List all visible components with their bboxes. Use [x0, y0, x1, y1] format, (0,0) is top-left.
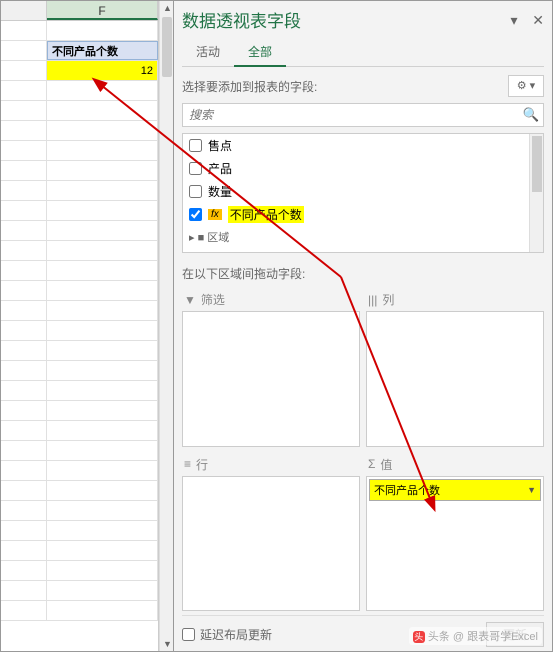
area-columns-box[interactable]: [366, 311, 544, 447]
column-header-spacer: [1, 1, 47, 20]
pivot-header-cell[interactable]: 不同产品个数: [47, 41, 158, 60]
area-filter-box[interactable]: [182, 311, 360, 447]
pane-close-icon[interactable]: ✕: [532, 12, 544, 28]
drop-areas: ▼筛选 |||列 ≡行 Σ值 不同产品个数 ▼: [182, 288, 544, 611]
add-fields-label: 选择要添加到报表的字段:: [182, 78, 317, 95]
field-label: 售点: [208, 137, 232, 154]
area-values-box[interactable]: 不同产品个数 ▼: [366, 476, 544, 612]
worksheet-column: F 不同产品个数 12: [1, 1, 159, 651]
area-values-label: 值: [380, 456, 392, 473]
field-label: 数量: [208, 183, 232, 200]
scroll-up-icon[interactable]: ▲: [163, 3, 172, 13]
field-list: 售点 产品 数量 fx 不同产品个数 ▸ ■ 区域: [182, 133, 544, 253]
area-columns-label: 列: [382, 291, 394, 308]
filter-icon: ▼: [184, 293, 196, 307]
tab-all[interactable]: 全部: [234, 38, 286, 67]
area-rows-label: 行: [196, 456, 208, 473]
watermark: 头头条 @ 跟表哥学Excel: [409, 627, 542, 645]
field-checkbox[interactable]: [189, 208, 202, 221]
search-icon[interactable]: 🔍: [519, 104, 543, 126]
column-header-f[interactable]: F: [47, 1, 158, 20]
field-truncated: ▸ ■ 区域: [183, 226, 543, 248]
drag-areas-label: 在以下区域间拖动字段:: [182, 265, 544, 282]
area-rows-box[interactable]: [182, 476, 360, 612]
value-field-label: 不同产品个数: [374, 482, 440, 498]
field-label: 不同产品个数: [228, 206, 304, 223]
area-values: Σ值 不同产品个数 ▼: [366, 453, 544, 612]
fieldlist-scrollbar[interactable]: [529, 134, 543, 252]
pivot-field-pane: 数据透视表字段 ▾ ✕ 活动 全部 选择要添加到报表的字段: ⚙ ▾ 🔍 售点 …: [173, 1, 552, 651]
fieldlist-scroll-thumb[interactable]: [532, 136, 542, 192]
fx-icon: fx: [208, 209, 222, 220]
tab-active[interactable]: 活动: [182, 38, 234, 66]
field-checkbox[interactable]: [189, 139, 202, 152]
pane-dropdown-icon[interactable]: ▾: [511, 12, 518, 28]
value-field-dropdown-icon[interactable]: ▼: [527, 485, 536, 495]
field-label: 产品: [208, 160, 232, 177]
field-checkbox[interactable]: [189, 185, 202, 198]
column-headers: F: [1, 1, 158, 21]
search-input[interactable]: [183, 104, 519, 126]
value-field-item[interactable]: 不同产品个数 ▼: [369, 479, 541, 501]
pivot-value-cell[interactable]: 12: [47, 61, 158, 80]
rows-icon: ≡: [184, 457, 191, 471]
field-item[interactable]: 售点: [183, 134, 543, 157]
pane-title: 数据透视表字段: [182, 7, 301, 32]
area-columns: ||| 列: [366, 288, 544, 447]
search-box[interactable]: 🔍: [182, 103, 544, 127]
area-filter: ▼ 筛选: [182, 288, 360, 447]
values-icon: Σ: [368, 457, 375, 471]
field-item[interactable]: 产品: [183, 157, 543, 180]
field-item-calculated[interactable]: fx 不同产品个数: [183, 203, 543, 226]
pane-tabs: 活动 全部: [182, 38, 544, 67]
columns-icon: |||: [368, 293, 377, 307]
sheet-scrollbar[interactable]: ▲ ▼: [159, 1, 173, 651]
layout-options-button[interactable]: ⚙ ▾: [508, 75, 544, 97]
defer-layout-checkbox[interactable]: 延迟布局更新: [182, 626, 272, 643]
field-checkbox[interactable]: [189, 162, 202, 175]
area-filter-label: 筛选: [201, 291, 225, 308]
sheet-body: 不同产品个数 12: [1, 21, 158, 621]
scroll-down-icon[interactable]: ▼: [163, 639, 172, 649]
field-item[interactable]: 数量: [183, 180, 543, 203]
scroll-thumb[interactable]: [162, 17, 172, 77]
area-rows: ≡行: [182, 453, 360, 612]
